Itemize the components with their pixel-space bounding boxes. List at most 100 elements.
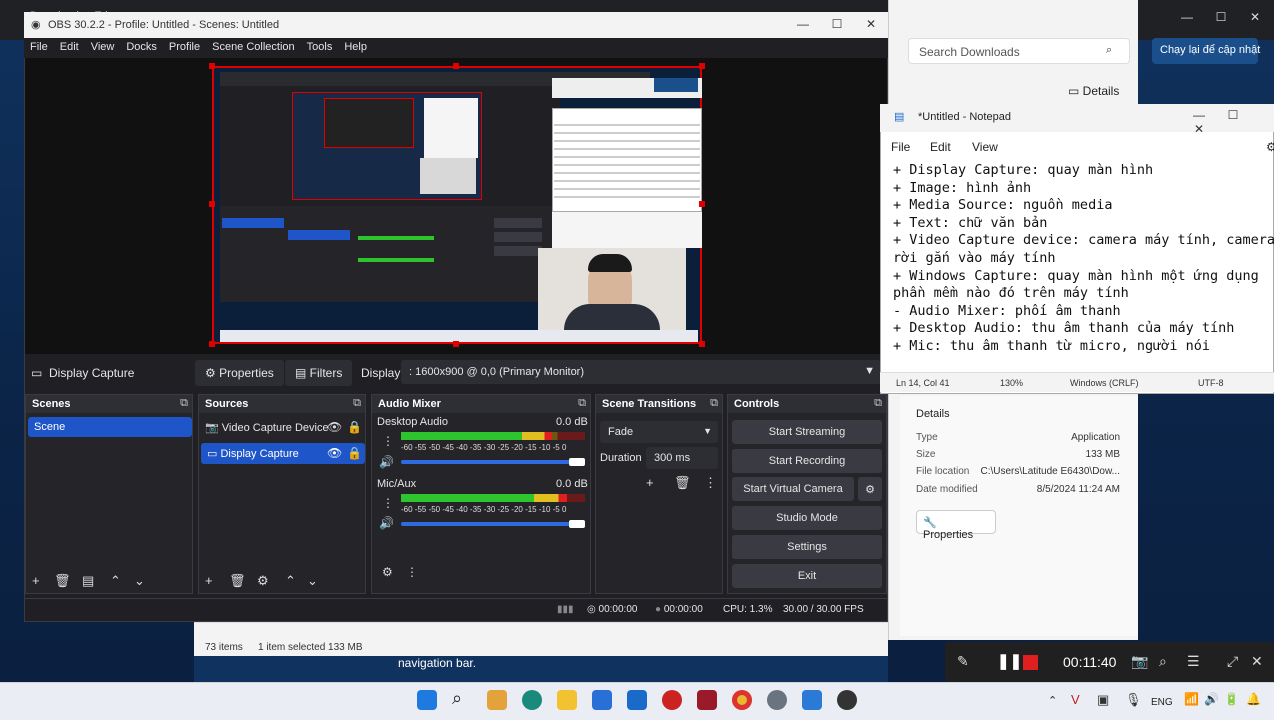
- pause-icon[interactable]: ❚❚: [997, 652, 1022, 670]
- undock-icon[interactable]: ⧉: [578, 397, 586, 410]
- maximize-icon[interactable]: ☐: [1204, 10, 1238, 24]
- arrow-down-icon[interactable]: ⌄: [307, 573, 318, 589]
- camera-icon[interactable]: 📷: [1131, 653, 1148, 670]
- obs-taskbar-icon[interactable]: [837, 690, 857, 710]
- exit-button[interactable]: Exit: [732, 564, 882, 588]
- source-item[interactable]: 📷 Video Capture Device: [205, 421, 329, 434]
- notepad-taskbar-icon[interactable]: [802, 690, 822, 710]
- volume-icon[interactable]: 🔊: [1204, 692, 1219, 706]
- eye-icon[interactable]: 👁: [327, 420, 342, 434]
- chevron-up-icon[interactable]: ⌃: [1048, 694, 1057, 707]
- zoom-icon[interactable]: ⌕: [1159, 653, 1167, 670]
- tray-app-icon[interactable]: V: [1071, 692, 1080, 707]
- microphone-icon[interactable]: 🎙: [1125, 692, 1142, 708]
- menu-help[interactable]: Help: [338, 38, 373, 56]
- speaker-icon[interactable]: 🔊: [379, 455, 394, 469]
- expand-icon[interactable]: ⤢: [1227, 653, 1238, 670]
- details-toggle-button[interactable]: ▭ Details: [1068, 84, 1119, 98]
- file-explorer-icon[interactable]: [557, 690, 577, 710]
- mail-icon[interactable]: [627, 690, 647, 710]
- start-streaming-button[interactable]: Start Streaming: [732, 420, 882, 444]
- gear-icon[interactable]: ⚙: [1266, 140, 1274, 154]
- trash-icon[interactable]: 🗑: [674, 475, 691, 491]
- close-icon[interactable]: ✕: [1182, 122, 1216, 136]
- resize-handle[interactable]: [209, 201, 215, 207]
- notepad-text-area[interactable]: + Display Capture: quay màn hình + Image:…: [893, 162, 1274, 356]
- notepad-menu-view[interactable]: View: [972, 140, 998, 154]
- lock-icon[interactable]: 🔒: [347, 446, 362, 460]
- resize-handle[interactable]: [699, 201, 705, 207]
- close-icon[interactable]: ✕: [854, 17, 888, 31]
- display-capture-preview[interactable]: [212, 66, 702, 344]
- notepad-menu-edit[interactable]: Edit: [930, 140, 951, 154]
- properties-button[interactable]: 🔧 Properties: [916, 510, 996, 541]
- undock-icon[interactable]: ⧉: [353, 397, 361, 410]
- arrow-up-icon[interactable]: ⌃: [285, 573, 296, 589]
- duration-input[interactable]: 300 ms: [646, 447, 718, 469]
- filters-button[interactable]: ▤ Filters: [285, 360, 353, 386]
- advanced-audio-icon[interactable]: ⚙: [382, 565, 393, 579]
- add-icon[interactable]: +: [646, 475, 654, 490]
- scene-item[interactable]: Scene: [28, 417, 192, 437]
- speaker-icon[interactable]: 🔊: [379, 516, 394, 530]
- menu-docks[interactable]: Docks: [120, 38, 163, 56]
- studio-mode-button[interactable]: Studio Mode: [732, 506, 882, 530]
- pen-icon[interactable]: ✎: [957, 653, 969, 670]
- menu-view[interactable]: View: [85, 38, 121, 56]
- volume-slider-knob[interactable]: [569, 458, 585, 466]
- gear-icon[interactable]: ⚙: [257, 573, 269, 589]
- search-icon[interactable]: ⌕: [1106, 44, 1112, 57]
- menu-scene-collection[interactable]: Scene Collection: [206, 38, 301, 56]
- gear-icon[interactable]: ⚙: [858, 477, 882, 501]
- store-icon[interactable]: [592, 690, 612, 710]
- app-icon[interactable]: [697, 690, 717, 710]
- wifi-icon[interactable]: 📶: [1184, 692, 1199, 706]
- captions-icon[interactable]: ☰: [1187, 653, 1200, 670]
- resize-handle[interactable]: [699, 63, 705, 69]
- update-button[interactable]: Chạy lại để cập nhật: [1152, 38, 1260, 64]
- arrow-down-icon[interactable]: ⌄: [134, 573, 145, 589]
- undock-icon[interactable]: ⧉: [710, 397, 718, 410]
- notepad-menu-file[interactable]: File: [891, 140, 910, 154]
- minimize-icon[interactable]: —: [1170, 10, 1204, 24]
- eye-icon[interactable]: 👁: [327, 446, 342, 460]
- start-icon[interactable]: [417, 690, 437, 710]
- edge-icon[interactable]: [522, 690, 542, 710]
- notification-icon[interactable]: 🔔: [1246, 692, 1261, 706]
- more-icon[interactable]: ⋮: [382, 496, 394, 510]
- settings-button[interactable]: Settings: [732, 535, 882, 559]
- more-icon[interactable]: ⋮: [382, 434, 394, 448]
- downloads-search-input[interactable]: Search Downloads: [908, 38, 1130, 64]
- menu-tools[interactable]: Tools: [301, 38, 339, 56]
- maximize-icon[interactable]: ☐: [1216, 108, 1250, 122]
- resize-handle[interactable]: [209, 341, 215, 347]
- add-icon[interactable]: +: [32, 573, 40, 588]
- resize-handle[interactable]: [699, 341, 705, 347]
- language-indicator[interactable]: ENG: [1151, 697, 1173, 708]
- transition-select[interactable]: Fade ▼: [600, 421, 718, 443]
- minimize-icon[interactable]: —: [786, 17, 820, 31]
- filter-icon[interactable]: ▤: [82, 573, 94, 589]
- more-icon[interactable]: ⋮: [406, 565, 418, 579]
- app-icon[interactable]: [662, 690, 682, 710]
- resize-handle[interactable]: [453, 63, 459, 69]
- start-recording-button[interactable]: Start Recording: [732, 449, 882, 473]
- start-virtual-camera-button[interactable]: Start Virtual Camera: [732, 477, 854, 501]
- lock-icon[interactable]: 🔒: [347, 420, 362, 434]
- close-icon[interactable]: ✕: [1251, 653, 1263, 670]
- trash-icon[interactable]: 🗑: [229, 573, 246, 589]
- add-icon[interactable]: +: [205, 573, 213, 588]
- battery-icon[interactable]: 🔋: [1224, 692, 1239, 706]
- more-icon[interactable]: ⋮: [704, 475, 717, 491]
- close-icon[interactable]: ✕: [1238, 10, 1272, 24]
- volume-slider[interactable]: [401, 520, 585, 528]
- resize-handle[interactable]: [453, 341, 459, 347]
- camera-tray-icon[interactable]: ▣: [1097, 692, 1109, 708]
- menu-edit[interactable]: Edit: [54, 38, 85, 56]
- menu-profile[interactable]: Profile: [163, 38, 206, 56]
- copilot-icon[interactable]: [487, 690, 507, 710]
- resize-handle[interactable]: [209, 63, 215, 69]
- maximize-icon[interactable]: ☐: [820, 17, 854, 31]
- undock-icon[interactable]: ⧉: [874, 397, 882, 410]
- volume-slider[interactable]: [401, 458, 585, 466]
